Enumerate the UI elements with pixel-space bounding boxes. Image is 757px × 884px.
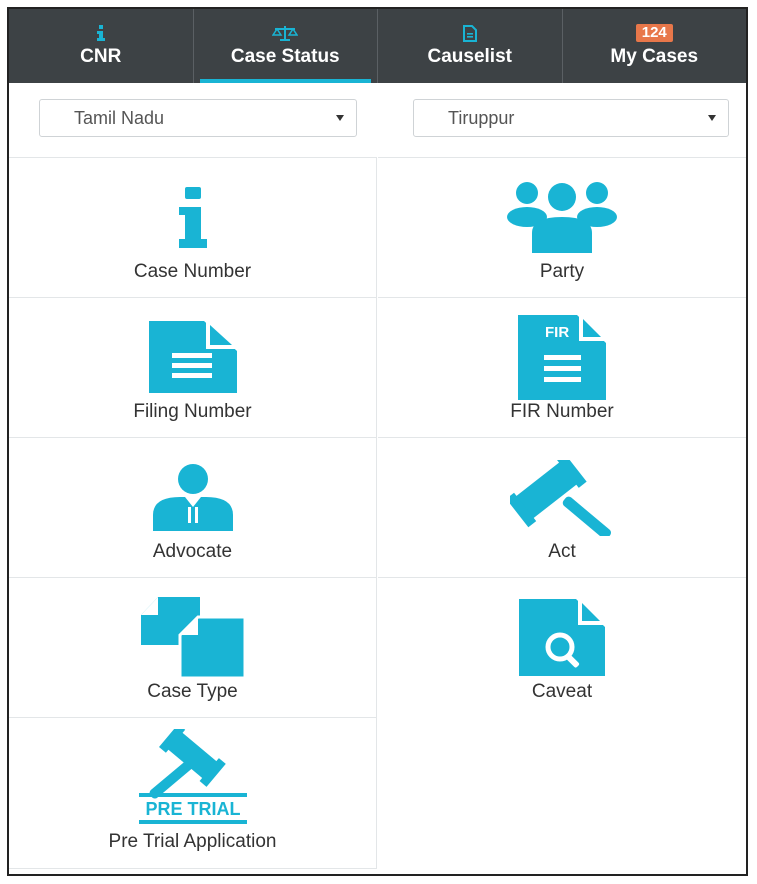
option-label: Party (539, 261, 585, 282)
pre-trial-icon-text: PRE TRIAL (145, 799, 240, 819)
state-select[interactable]: Tamil Nadu (39, 99, 357, 137)
pre-trial-gavel-icon: PRE TRIAL (9, 724, 376, 834)
option-label: Case Number (133, 261, 252, 282)
tab-cnr[interactable]: CNR (9, 9, 194, 83)
tab-label: CNR (80, 46, 122, 67)
copy-documents-icon (9, 592, 376, 684)
option-label: Pre Trial Application (108, 831, 277, 852)
chevron-down-icon (336, 115, 344, 121)
option-fir-number[interactable]: FIR FIR Number (378, 297, 746, 437)
tab-case-status[interactable]: Case Status (194, 9, 378, 83)
tab-label: Case Status (230, 46, 340, 67)
option-label: Act (548, 541, 576, 562)
tab-label: Causelist (427, 46, 512, 67)
filter-bar: Tamil Nadu Tiruppur (9, 83, 746, 157)
info-icon (9, 172, 376, 264)
option-label: Caveat (531, 681, 593, 702)
document-icon (9, 312, 376, 404)
tab-label: My Cases (610, 46, 699, 67)
option-label: FIR Number (510, 401, 614, 422)
option-case-type[interactable]: Case Type (9, 577, 377, 717)
option-label: Advocate (152, 541, 233, 562)
option-act[interactable]: Act (378, 437, 746, 577)
info-icon (96, 24, 106, 42)
fir-document-icon: FIR (378, 312, 746, 404)
svg-text:FIR: FIR (545, 324, 569, 341)
top-nav: CNR Case Status Causelist 124 My Cases (9, 9, 746, 83)
advocate-icon (9, 452, 376, 544)
district-select[interactable]: Tiruppur (413, 99, 729, 137)
option-label: Case Type (147, 681, 238, 702)
option-pre-trial-application[interactable]: PRE TRIAL Pre Trial Application (9, 717, 377, 869)
app-frame: CNR Case Status Causelist 124 My Cases T… (7, 7, 748, 876)
gavel-icon (378, 452, 746, 544)
chevron-down-icon (708, 115, 716, 121)
tab-causelist[interactable]: Causelist (378, 9, 563, 83)
tab-my-cases[interactable]: 124 My Cases (563, 9, 747, 83)
document-icon (462, 24, 477, 42)
district-value: Tiruppur (448, 107, 515, 128)
people-icon (378, 172, 746, 264)
option-filing-number[interactable]: Filing Number (9, 297, 377, 437)
state-value: Tamil Nadu (74, 107, 165, 128)
scales-icon (272, 24, 299, 42)
option-caveat[interactable]: Caveat (378, 577, 746, 717)
option-advocate[interactable]: Advocate (9, 437, 377, 577)
count-badge: 124 (635, 24, 673, 42)
option-party[interactable]: Party (378, 157, 746, 297)
option-case-number[interactable]: Case Number (9, 157, 377, 297)
option-label: Filing Number (133, 401, 252, 422)
search-document-icon (378, 592, 746, 684)
